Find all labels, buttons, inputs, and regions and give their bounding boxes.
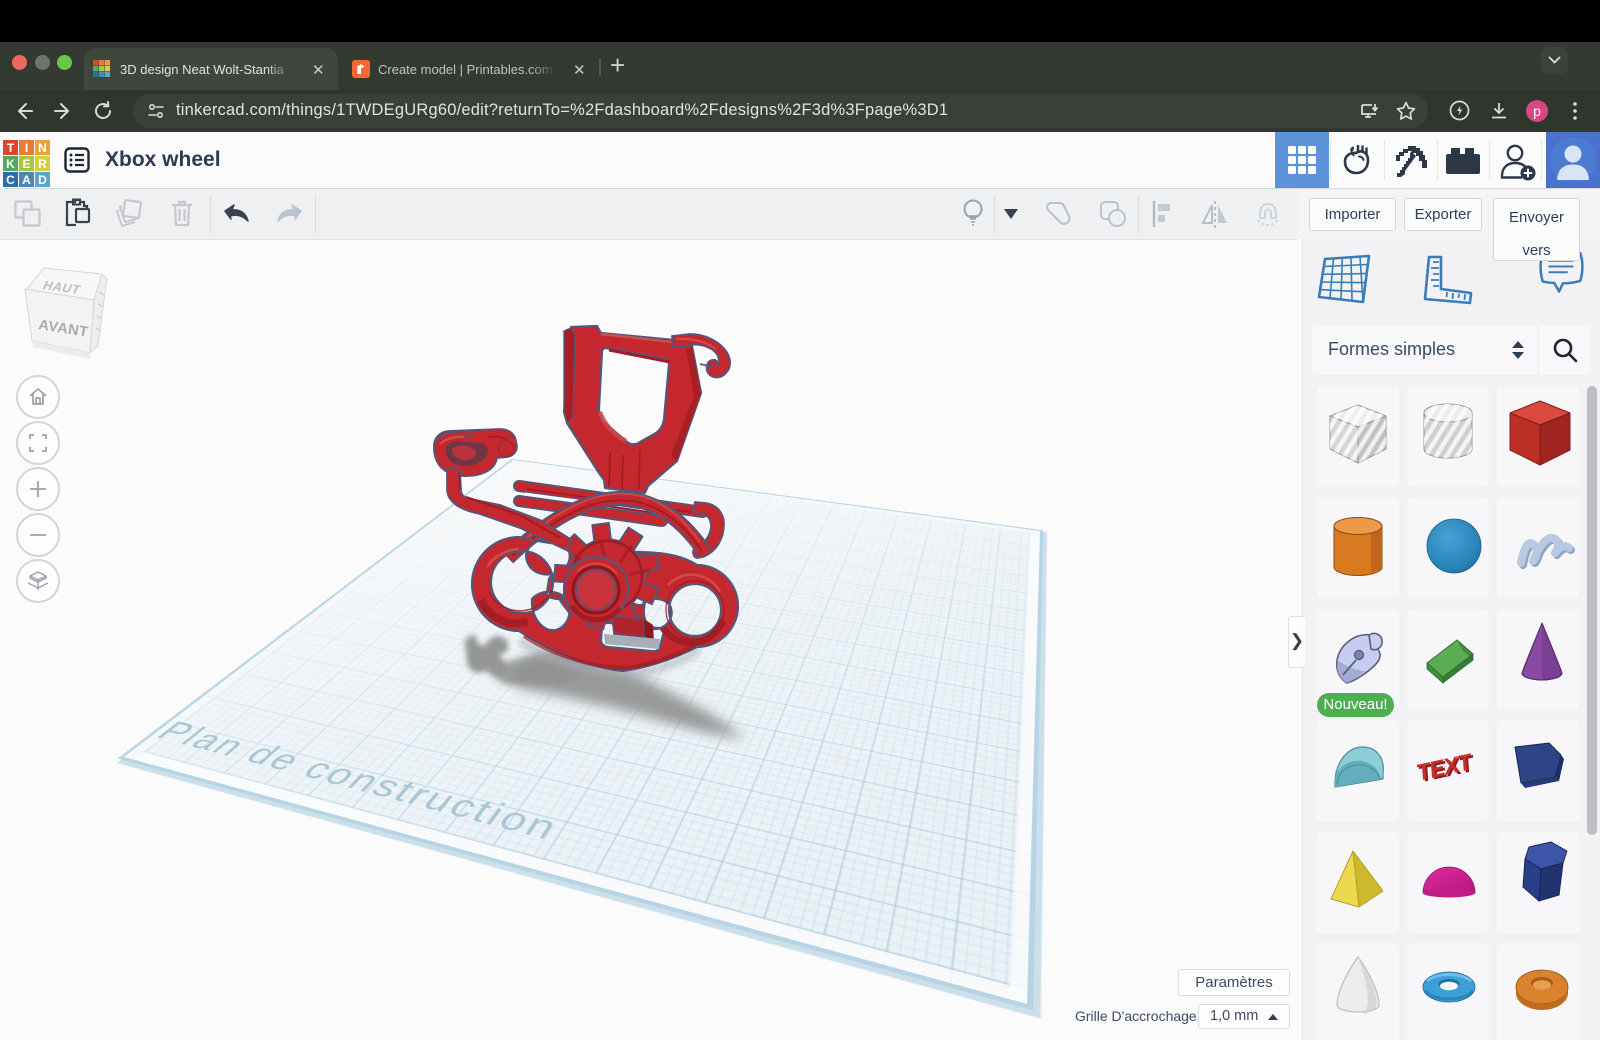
- svg-text:I: I: [25, 141, 28, 155]
- svg-text:A: A: [22, 173, 31, 187]
- svg-text:E: E: [22, 157, 30, 171]
- svg-text:N: N: [38, 141, 47, 155]
- svg-text:C: C: [6, 173, 15, 187]
- svg-text:R: R: [38, 157, 47, 171]
- svg-text:TEXT: TEXT: [1416, 748, 1472, 786]
- svg-text:K: K: [6, 157, 15, 171]
- svg-text:T: T: [7, 141, 15, 155]
- svg-text:D: D: [38, 173, 47, 187]
